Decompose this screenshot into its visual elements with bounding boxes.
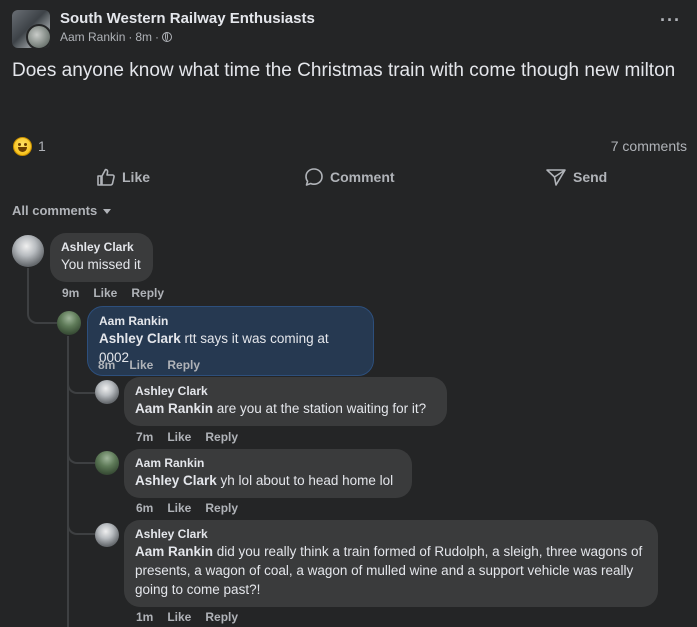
- send-label: Send: [573, 169, 608, 185]
- comment-body: are you at the station waiting for it?: [213, 401, 427, 416]
- group-name[interactable]: South Western Railway Enthusiasts: [60, 10, 315, 27]
- group-avatar[interactable]: [12, 10, 50, 48]
- comment-like-button[interactable]: Like: [167, 430, 191, 444]
- like-label: Like: [122, 169, 151, 185]
- chevron-down-icon: [103, 209, 112, 214]
- comment-time[interactable]: 8m: [98, 358, 115, 372]
- comment-text: You missed it: [61, 257, 141, 272]
- avatar[interactable]: [95, 523, 119, 547]
- author-avatar[interactable]: [26, 24, 50, 48]
- comment-like-button[interactable]: Like: [93, 286, 117, 300]
- comment-time[interactable]: 1m: [136, 610, 153, 624]
- comment-author[interactable]: Ashley Clark: [61, 240, 141, 255]
- comment-filter-dropdown[interactable]: All comments: [12, 203, 112, 218]
- comment-text: Ashley Clark yh lol about to head home l…: [135, 471, 400, 490]
- avatar[interactable]: [12, 235, 44, 267]
- comment-author[interactable]: Ashley Clark: [135, 384, 435, 399]
- comment-text: Aam Rankin are you at the station waitin…: [135, 399, 435, 418]
- meta-separator: ·: [128, 30, 133, 44]
- thumbs-up-icon: [97, 168, 115, 186]
- reaction-count[interactable]: 1: [38, 138, 46, 154]
- comment-actions: 1m Like Reply: [136, 610, 238, 624]
- comment-label: Comment: [330, 169, 395, 185]
- comment-actions: 9m Like Reply: [62, 286, 164, 300]
- comment-author[interactable]: Aam Rankin: [99, 314, 361, 329]
- comment-body: yh lol about to head home lol: [216, 473, 394, 488]
- post-meta: Aam Rankin · 8m ·: [60, 30, 173, 44]
- avatar[interactable]: [95, 451, 119, 475]
- comment-actions: 7m Like Reply: [136, 430, 238, 444]
- avatar[interactable]: [95, 380, 119, 404]
- post-text: Does anyone know what time the Christmas…: [12, 60, 676, 81]
- laughing-emoji-icon[interactable]: [13, 137, 32, 156]
- comment-bubble: Ashley Clark Aam Rankin did you really t…: [124, 520, 658, 607]
- thread-connector: [67, 376, 95, 394]
- comment-actions: 6m Like Reply: [136, 501, 238, 515]
- mention-link[interactable]: Aam Rankin: [135, 401, 213, 416]
- comment-bubble: Ashley Clark Aam Rankin are you at the s…: [124, 377, 447, 426]
- comment-text: Aam Rankin did you really think a train …: [135, 542, 646, 599]
- comment-author[interactable]: Aam Rankin: [135, 456, 400, 471]
- comment-author[interactable]: Ashley Clark: [135, 527, 646, 542]
- comment-filter-label: All comments: [12, 203, 98, 218]
- comment-bubble: Aam Rankin Ashley Clark yh lol about to …: [124, 449, 412, 498]
- comment-time[interactable]: 7m: [136, 430, 153, 444]
- send-icon: [546, 169, 566, 186]
- mention-link[interactable]: Aam Rankin: [135, 544, 213, 559]
- globe-icon: [162, 32, 173, 42]
- mention-link[interactable]: Ashley Clark: [99, 331, 181, 346]
- comment-bubble: Ashley Clark You missed it: [50, 233, 153, 282]
- comment-time[interactable]: 6m: [136, 501, 153, 515]
- comment-reply-button[interactable]: Reply: [205, 610, 238, 624]
- like-button[interactable]: Like: [96, 165, 150, 189]
- comment-reply-button[interactable]: Reply: [205, 430, 238, 444]
- mention-link[interactable]: Ashley Clark: [135, 473, 217, 488]
- comment-reply-button[interactable]: Reply: [167, 358, 200, 372]
- comments-count[interactable]: 7 comments: [611, 138, 687, 154]
- thread-connector: [27, 300, 57, 324]
- comment-like-button[interactable]: Like: [129, 358, 153, 372]
- avatar[interactable]: [57, 311, 81, 335]
- comment-time[interactable]: 9m: [62, 286, 79, 300]
- thread-connector: [67, 446, 95, 464]
- comment-reply-button[interactable]: Reply: [131, 286, 164, 300]
- more-options-icon[interactable]: ···: [660, 10, 681, 31]
- post-time[interactable]: 8m: [135, 30, 152, 44]
- comment-button[interactable]: Comment: [304, 165, 395, 189]
- meta-separator: ·: [155, 30, 160, 44]
- speech-bubble-icon: [305, 168, 323, 186]
- comment-like-button[interactable]: Like: [167, 610, 191, 624]
- comment-actions: 8m Like Reply: [98, 358, 200, 372]
- send-button[interactable]: Send: [545, 165, 607, 189]
- comment-like-button[interactable]: Like: [167, 501, 191, 515]
- thread-connector: [67, 515, 95, 535]
- post-author[interactable]: Aam Rankin: [60, 30, 125, 44]
- comment-reply-button[interactable]: Reply: [205, 501, 238, 515]
